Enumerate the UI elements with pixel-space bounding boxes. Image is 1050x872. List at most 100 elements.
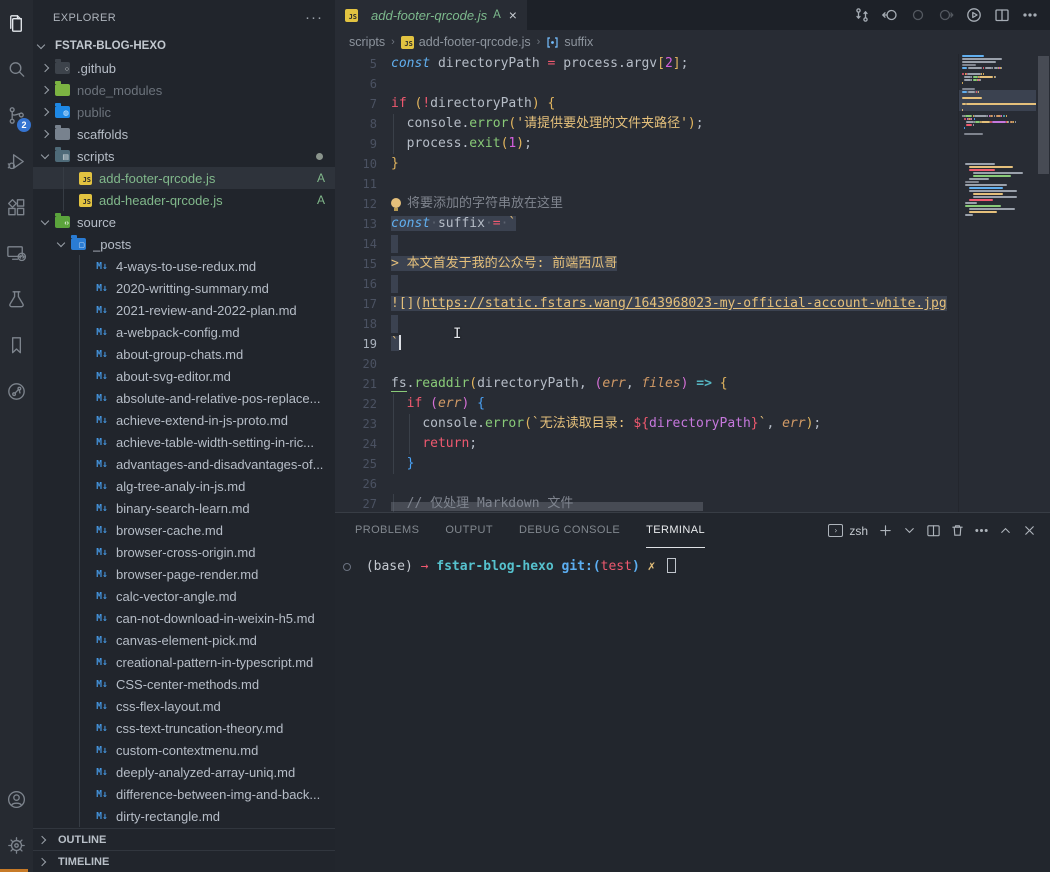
token: ( <box>524 416 532 431</box>
account-icon[interactable] <box>0 776 33 822</box>
minimap-line <box>962 88 975 90</box>
back-circle-icon[interactable] <box>878 3 902 27</box>
breadcrumb-separator: › <box>537 36 541 48</box>
source-control-icon[interactable]: 2 <box>0 92 33 138</box>
outline-section-header[interactable]: OUTLINE <box>33 828 335 850</box>
branch-circle-icon[interactable] <box>0 368 33 414</box>
tree-file-about-group-chats-md[interactable]: M↓about-group-chats.md <box>33 343 335 365</box>
markdown-file-icon: M↓ <box>95 459 109 470</box>
extensions-icon[interactable] <box>0 184 33 230</box>
tree-folder-scaffolds[interactable]: scaffolds <box>33 123 335 145</box>
tree-folder--github[interactable]: ○.github <box>33 57 335 79</box>
token <box>430 56 438 71</box>
more-actions-icon[interactable] <box>970 520 992 542</box>
bookmarks-icon[interactable] <box>0 322 33 368</box>
minimap-line <box>966 121 973 123</box>
tree-file-binary-search-learn-md[interactable]: M↓binary-search-learn.md <box>33 497 335 519</box>
compare-icon[interactable] <box>850 3 874 27</box>
terminal[interactable]: (base) → fstar-blog-hexo git:(test) ✗ <box>335 548 1050 872</box>
tree-folder-scripts[interactable]: ▤scripts <box>33 145 335 167</box>
tree-file-can-not-download-in-weixin-h5-md[interactable]: M↓can-not-download-in-weixin-h5.md <box>33 607 335 629</box>
circle-prev-icon[interactable] <box>906 3 930 27</box>
tab-add-footer-qrcode[interactable]: JS add-footer-qrcode.js A × <box>335 0 527 30</box>
token: > 本文首发于我的公众号: 前端西瓜哥 <box>391 256 617 271</box>
circle-next-icon[interactable] <box>934 3 958 27</box>
tree-file-difference-between-img-and-back-[interactable]: M↓difference-between-img-and-back... <box>33 783 335 805</box>
shell-label[interactable]: zsh <box>849 524 868 538</box>
tree-file-custom-contextmenu-md[interactable]: M↓custom-contextmenu.md <box>33 739 335 761</box>
tree-file-2021-review-and-2022-plan-md[interactable]: M↓2021-review-and-2022-plan.md <box>33 299 335 321</box>
tree-file-css-flex-layout-md[interactable]: M↓css-flex-layout.md <box>33 695 335 717</box>
launch-profile-chevron-icon[interactable] <box>898 520 920 542</box>
split-icon[interactable] <box>990 3 1014 27</box>
panel-tab-terminal[interactable]: TERMINAL <box>646 513 705 548</box>
run-icon[interactable] <box>962 3 986 27</box>
tree-folder--posts[interactable]: ▢_posts <box>33 233 335 255</box>
settings-icon[interactable] <box>0 822 33 868</box>
maximize-panel-icon[interactable] <box>994 520 1016 542</box>
tree-file-about-svg-editor-md[interactable]: M↓about-svg-editor.md <box>33 365 335 387</box>
tree-file-achieve-extend-in-js-proto-md[interactable]: M↓achieve-extend-in-js-proto.md <box>33 409 335 431</box>
token: return <box>422 436 469 451</box>
close-icon[interactable]: × <box>509 7 517 23</box>
testing-icon[interactable] <box>0 276 33 322</box>
indent-guide <box>79 695 80 717</box>
tree-item-label: 2021-review-and-2022-plan.md <box>116 303 297 318</box>
tree-folder-public[interactable]: ◍public <box>33 101 335 123</box>
minimap[interactable] <box>958 54 1036 512</box>
panel-tab-debug-console[interactable]: DEBUG CONSOLE <box>519 513 620 548</box>
line-number: 14 <box>335 237 377 251</box>
tree-file-creational-pattern-in-typescript-md[interactable]: M↓creational-pattern-in-typescript.md <box>33 651 335 673</box>
token: ) <box>688 116 696 131</box>
tree-file-4-ways-to-use-redux-md[interactable]: M↓4-ways-to-use-redux.md <box>33 255 335 277</box>
line-number: 6 <box>335 77 377 91</box>
panel-tab-problems[interactable]: PROBLEMS <box>355 513 419 548</box>
tree-file-deeply-analyzed-array-uniq-md[interactable]: M↓deeply-analyzed-array-uniq.md <box>33 761 335 783</box>
token <box>469 396 477 411</box>
breadcrumb-item-add-footer-qrcode-js[interactable]: JSadd-footer-qrcode.js <box>401 35 531 49</box>
token <box>587 376 595 391</box>
split-terminal-icon[interactable] <box>922 520 944 542</box>
panel-tab-output[interactable]: OUTPUT <box>445 513 493 548</box>
tree-file-advantages-and-disadvantages-of-[interactable]: M↓advantages-and-disadvantages-of... <box>33 453 335 475</box>
workspace-root-folder[interactable]: FSTAR-BLOG-HEXO <box>33 35 335 57</box>
tree-file-canvas-element-pick-md[interactable]: M↓canvas-element-pick.md <box>33 629 335 651</box>
tree-file-css-center-methods-md[interactable]: M↓CSS-center-methods.md <box>33 673 335 695</box>
tree-file-achieve-table-width-setting-in-ric-[interactable]: M↓achieve-table-width-setting-in-ric... <box>33 431 335 453</box>
js-file-icon: JS <box>79 172 92 185</box>
explorer-icon[interactable] <box>0 0 33 46</box>
kill-terminal-icon[interactable] <box>946 520 968 542</box>
tree-file-absolute-and-relative-pos-replace-[interactable]: M↓absolute-and-relative-pos-replace... <box>33 387 335 409</box>
tree-file-browser-cross-origin-md[interactable]: M↓browser-cross-origin.md <box>33 541 335 563</box>
explorer-more-icon[interactable]: ··· <box>305 9 323 26</box>
tree-folder-source[interactable]: ‹›source <box>33 211 335 233</box>
tree-file-alg-tree-analy-in-js-md[interactable]: M↓alg-tree-analy-in-js.md <box>33 475 335 497</box>
tree-folder-node-modules[interactable]: node_modules <box>33 79 335 101</box>
tree-file-browser-cache-md[interactable]: M↓browser-cache.md <box>33 519 335 541</box>
tree-file-css-text-truncation-theory-md[interactable]: M↓css-text-truncation-theory.md <box>33 717 335 739</box>
tree-file-add-header-qrcode-js[interactable]: JSadd-header-qrcode.jsA <box>33 189 335 211</box>
markdown-file-icon: M↓ <box>95 261 109 272</box>
tree-file-dirty-rectangle-md[interactable]: M↓dirty-rectangle.md <box>33 805 335 827</box>
timeline-section-header[interactable]: TIMELINE <box>33 850 335 872</box>
breadcrumb-item-scripts[interactable]: scripts <box>349 35 385 49</box>
more-icon[interactable] <box>1018 3 1042 27</box>
tree-file-calc-vector-angle-md[interactable]: M↓calc-vector-angle.md <box>33 585 335 607</box>
tree-file-2020-writting-summary-md[interactable]: M↓2020-writting-summary.md <box>33 277 335 299</box>
markdown-file-icon: M↓ <box>95 811 109 822</box>
minimap-line <box>969 187 1003 189</box>
search-icon[interactable] <box>0 46 33 92</box>
run-debug-icon[interactable] <box>0 138 33 184</box>
vertical-scrollbar[interactable] <box>1038 56 1049 174</box>
code-editor[interactable]: 5const directoryPath = process.argv[2];6… <box>335 54 1050 512</box>
close-panel-icon[interactable] <box>1018 520 1040 542</box>
remote-explorer-icon[interactable] <box>0 230 33 276</box>
horizontal-scrollbar[interactable] <box>391 502 703 511</box>
tree-file-browser-page-render-md[interactable]: M↓browser-page-render.md <box>33 563 335 585</box>
new-terminal-icon[interactable] <box>874 520 896 542</box>
indent-guide <box>79 805 80 827</box>
tree-file-add-footer-qrcode-js[interactable]: JSadd-footer-qrcode.jsA <box>33 167 335 189</box>
command-decoration-icon[interactable] <box>343 563 351 571</box>
breadcrumb-item-suffix[interactable]: suffix <box>546 35 593 49</box>
tree-file-a-webpack-config-md[interactable]: M↓a-webpack-config.md <box>33 321 335 343</box>
